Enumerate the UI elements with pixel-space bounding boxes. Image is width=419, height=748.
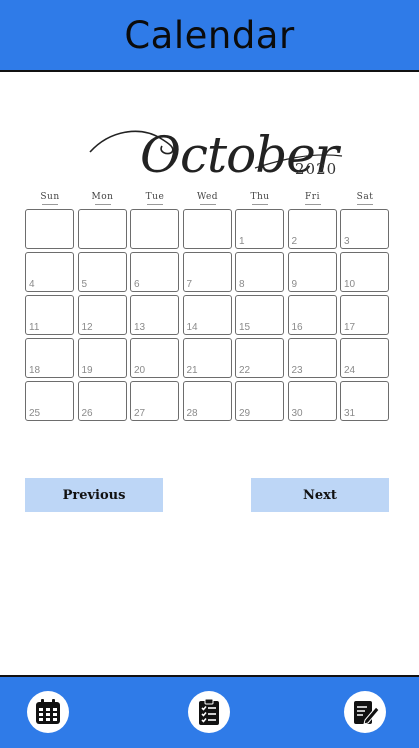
day-number: 17 — [344, 322, 356, 333]
day-cell[interactable]: 14 — [182, 295, 232, 335]
day-number: 20 — [134, 365, 146, 376]
day-cell[interactable]: 16 — [287, 295, 337, 335]
weekday-label: Thu — [235, 192, 285, 205]
day-cell[interactable]: 31 — [340, 381, 389, 421]
day-number: 25 — [29, 408, 41, 419]
day-number: 11 — [29, 322, 40, 333]
next-month-button[interactable]: Next — [251, 478, 389, 512]
bottom-navigation — [0, 675, 419, 748]
tasks-tab[interactable] — [188, 691, 230, 733]
previous-month-button[interactable]: Previous — [25, 478, 163, 512]
calendar-grid: 1 2 3 4 5 6 7 8 9 10 11 12 13 14 15 16 17 18 19 20 21 22 23 24 2… — [25, 209, 391, 423]
weekday-label: Sun — [25, 192, 75, 205]
weekday-label: Mon — [78, 192, 128, 205]
day-cell[interactable]: 10 — [340, 252, 389, 292]
day-cell[interactable]: 30 — [287, 381, 337, 421]
day-number: 24 — [344, 365, 356, 376]
weekday-label: Wed — [183, 192, 233, 205]
day-number: 9 — [291, 279, 298, 290]
day-cell[interactable]: 11 — [25, 295, 74, 335]
day-number: 15 — [239, 322, 251, 333]
day-number: 1 — [239, 236, 245, 247]
weekday-label: Tue — [130, 192, 180, 205]
day-cell[interactable]: 24 — [340, 338, 389, 378]
month-heading: October 2020 — [80, 112, 350, 192]
edit-document-icon — [354, 701, 380, 725]
day-number: 16 — [291, 322, 303, 333]
day-number: 7 — [186, 279, 193, 290]
day-cell[interactable]: 27 — [130, 381, 179, 421]
day-cell[interactable]: 13 — [130, 295, 179, 335]
day-cell[interactable]: 12 — [77, 295, 127, 335]
day-number: 26 — [81, 408, 93, 419]
day-cell[interactable] — [25, 209, 74, 249]
day-cell[interactable]: 1 — [235, 209, 284, 249]
day-number: 5 — [81, 279, 88, 290]
day-cell[interactable]: 28 — [182, 381, 232, 421]
day-cell[interactable]: 29 — [235, 381, 284, 421]
weekday-label: Sat — [340, 192, 390, 205]
day-cell[interactable]: 19 — [77, 338, 127, 378]
day-cell[interactable]: 6 — [130, 252, 179, 292]
day-number: 2 — [291, 236, 298, 247]
day-cell[interactable]: 3 — [340, 209, 389, 249]
year-label: 2020 — [295, 160, 338, 178]
day-number: 3 — [344, 236, 350, 247]
day-cell[interactable]: 26 — [77, 381, 127, 421]
day-number: 28 — [186, 408, 198, 419]
day-number: 10 — [344, 279, 356, 290]
day-number: 19 — [81, 365, 93, 376]
day-cell[interactable]: 2 — [287, 209, 337, 249]
day-cell[interactable]: 8 — [235, 252, 284, 292]
day-cell[interactable]: 17 — [340, 295, 389, 335]
weekday-header-row: Sun Mon Tue Wed Thu Fri Sat — [25, 192, 391, 208]
clipboard-checklist-icon — [199, 698, 219, 725]
day-number: 4 — [29, 279, 35, 290]
day-number: 29 — [239, 408, 251, 419]
calendar-tab[interactable] — [27, 691, 69, 733]
weekday-label: Fri — [288, 192, 338, 205]
day-number: 8 — [239, 279, 245, 290]
day-cell[interactable]: 23 — [287, 338, 337, 378]
day-cell[interactable]: 4 — [25, 252, 74, 292]
day-cell[interactable]: 7 — [182, 252, 232, 292]
app-header: Calendar — [0, 0, 419, 72]
app-title: Calendar — [124, 13, 295, 57]
day-number: 23 — [291, 365, 303, 376]
day-number: 31 — [344, 408, 356, 419]
day-number: 22 — [239, 365, 251, 376]
day-cell[interactable]: 20 — [130, 338, 179, 378]
day-cell[interactable] — [182, 209, 232, 249]
day-cell[interactable] — [130, 209, 179, 249]
day-cell[interactable]: 5 — [77, 252, 127, 292]
day-cell[interactable]: 15 — [235, 295, 284, 335]
day-cell[interactable] — [77, 209, 127, 249]
day-number: 14 — [186, 322, 198, 333]
day-cell[interactable]: 22 — [235, 338, 284, 378]
day-cell[interactable]: 9 — [287, 252, 337, 292]
calendar-icon — [36, 699, 60, 724]
day-number: 21 — [186, 365, 198, 376]
notes-tab[interactable] — [344, 691, 386, 733]
day-number: 18 — [29, 365, 41, 376]
day-number: 30 — [291, 408, 303, 419]
day-cell[interactable]: 25 — [25, 381, 74, 421]
day-number: 6 — [134, 279, 140, 290]
day-number: 13 — [134, 322, 146, 333]
day-number: 12 — [81, 322, 93, 333]
day-cell[interactable]: 21 — [182, 338, 232, 378]
day-number: 27 — [134, 408, 146, 419]
day-cell[interactable]: 18 — [25, 338, 74, 378]
